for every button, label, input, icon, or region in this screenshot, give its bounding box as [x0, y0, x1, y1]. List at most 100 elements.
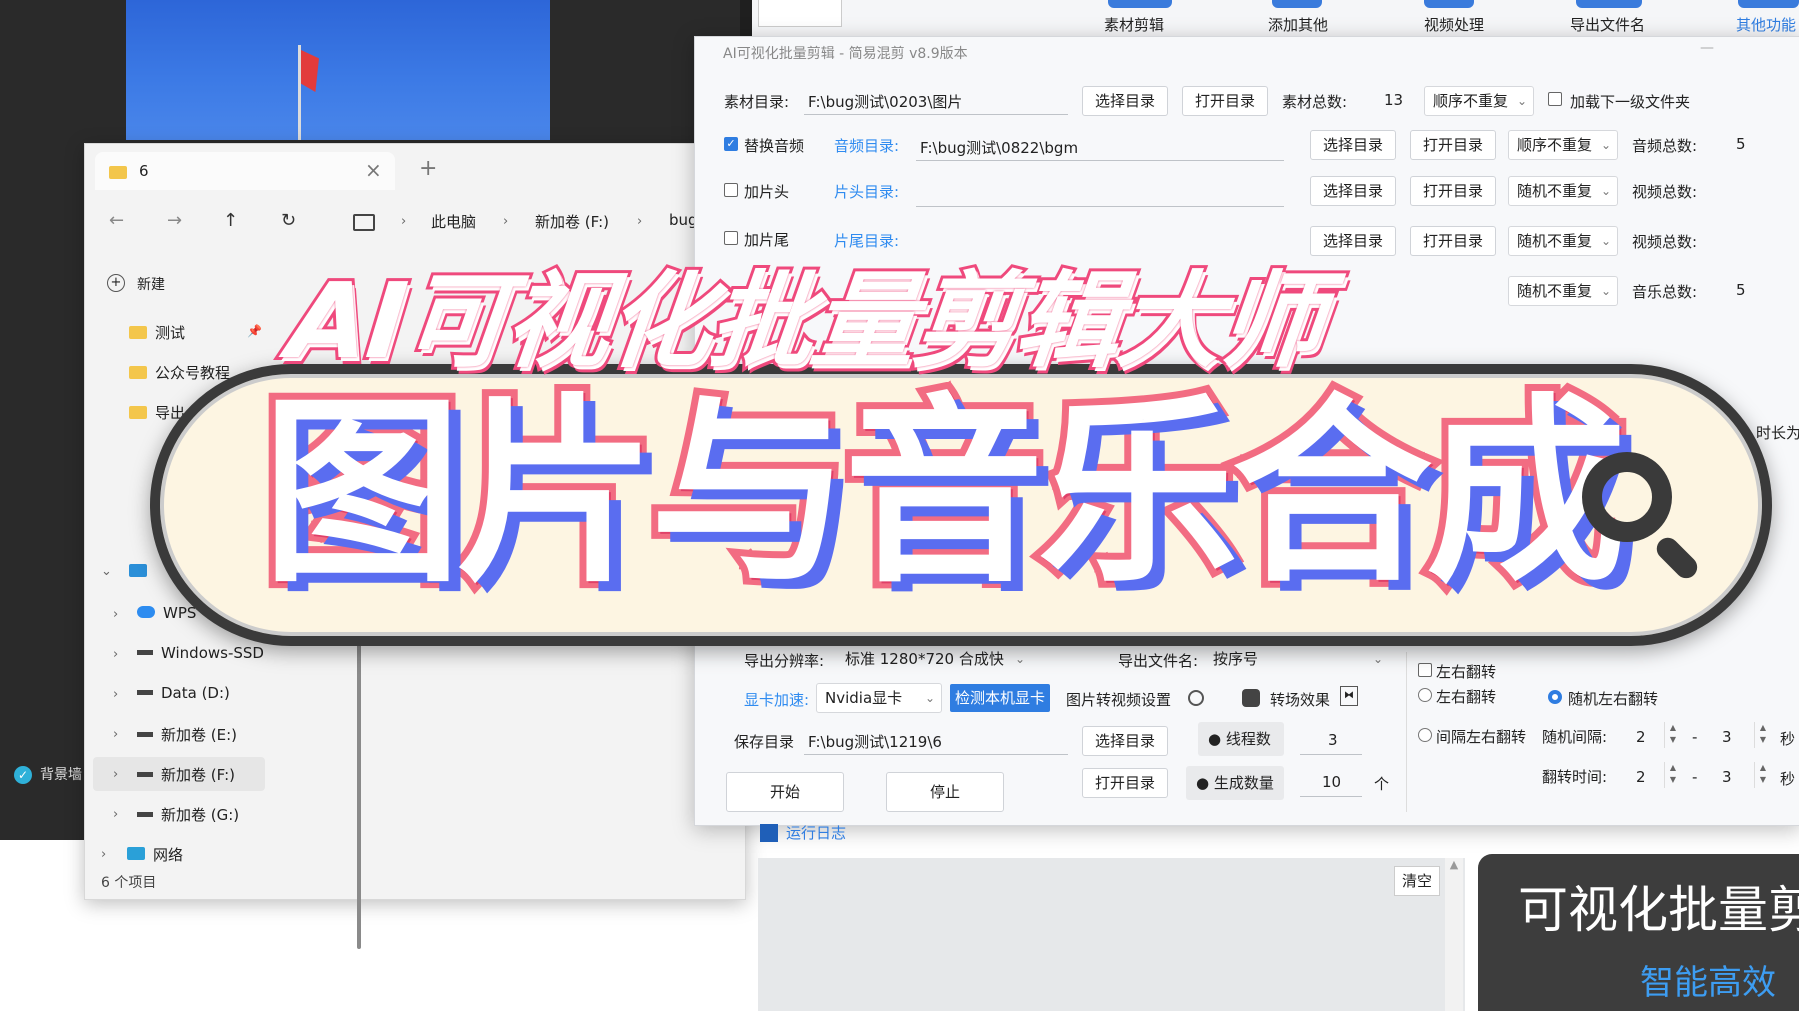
load-subfolder-label: 加载下一级文件夹	[1570, 93, 1691, 111]
log-output-area[interactable]	[758, 858, 1465, 1011]
load-subfolder-checkbox[interactable]	[1548, 92, 1562, 106]
stop-button[interactable]: 停止	[886, 772, 1004, 812]
chevron-down-icon: ⌄	[1600, 284, 1611, 298]
random-flip-radio[interactable]	[1548, 690, 1562, 704]
spin-buttons[interactable]: ▲ ▼	[1754, 762, 1771, 788]
quick-access-item[interactable]: 测试	[129, 322, 185, 343]
clear-log-button[interactable]: 清空	[1394, 866, 1440, 896]
chevron-down-icon: ⌄	[1014, 652, 1025, 666]
material-dir-input[interactable]: F:\bug测试\0203\图片	[808, 91, 962, 112]
random-interval-max[interactable]: 3	[1722, 728, 1732, 746]
seconds-unit: 秒	[1780, 730, 1796, 748]
tree-item-drive[interactable]: Windows-SSD	[137, 644, 264, 662]
audio-open-dir-button[interactable]: 打开目录	[1410, 130, 1496, 160]
interval-flip-radio[interactable]	[1418, 728, 1432, 742]
minimize-icon[interactable]: —	[1700, 40, 1714, 56]
quick-access-item[interactable]: 导出	[129, 402, 185, 423]
gear-icon[interactable]	[1188, 690, 1204, 706]
export-resolution-select[interactable]: 标准 1280*720 合成快 ⌄	[836, 644, 1032, 674]
toolbar-item-export-filename[interactable]: 导出文件名	[1570, 14, 1645, 35]
tree-item-drive-selected[interactable]: 新加卷 (F:)	[137, 764, 235, 785]
gpu-select[interactable]: Nvidia显卡 ⌄	[816, 683, 942, 713]
head-open-dir-button[interactable]: 打开目录	[1410, 176, 1496, 206]
expand-icon[interactable]: ›	[113, 607, 118, 622]
tree-item-drive[interactable]: 新加卷 (E:)	[137, 724, 237, 745]
toolbar-item-material-edit[interactable]: 素材剪辑	[1104, 14, 1164, 35]
audio-select-dir-button[interactable]: 选择目录	[1310, 130, 1396, 160]
flagpole	[298, 45, 301, 140]
quick-access-item[interactable]: 公众号教程	[129, 362, 230, 383]
refresh-icon[interactable]: ↻	[281, 210, 296, 231]
flip-lr-radio[interactable]	[1418, 688, 1432, 702]
tree-item-drive[interactable]: Data (D:)	[137, 684, 230, 702]
random-interval-min[interactable]: 2	[1636, 728, 1646, 746]
expand-icon[interactable]: ›	[101, 847, 106, 862]
export-filename-label: 导出文件名:	[1118, 652, 1199, 670]
audio-total-label: 音频总数:	[1632, 137, 1698, 155]
close-tab-icon[interactable]: ×	[365, 158, 382, 182]
gen-count-unit: 个	[1374, 775, 1390, 793]
save-dir-input[interactable]: F:\bug测试\1219\6	[808, 731, 942, 752]
save-open-dir-button[interactable]: 打开目录	[1082, 768, 1168, 798]
spin-buttons[interactable]: ▲ ▼	[1664, 722, 1681, 748]
forward-icon[interactable]: →	[167, 210, 182, 231]
material-select-dir-button[interactable]: 选择目录	[1082, 86, 1168, 116]
up-icon[interactable]: ↑	[223, 210, 238, 231]
expand-icon[interactable]: ›	[113, 687, 118, 702]
breadcrumb-item[interactable]: 此电脑	[431, 211, 476, 232]
material-open-dir-button[interactable]: 打开目录	[1182, 86, 1268, 116]
back-icon[interactable]: ←	[109, 210, 124, 231]
music-order-select[interactable]: 随机不重复 ⌄	[1508, 276, 1618, 306]
gen-count-label: ● 生成数量	[1186, 766, 1284, 800]
start-button[interactable]: 开始	[726, 772, 844, 812]
expand-icon[interactable]: ⌄	[101, 564, 112, 579]
head-select-dir-button[interactable]: 选择目录	[1310, 176, 1396, 206]
transition-settings-icon[interactable]: ⧓	[1340, 686, 1358, 706]
log-icon	[760, 824, 778, 842]
spin-buttons[interactable]: ▲ ▼	[1664, 762, 1681, 788]
toolbar-item-video-process[interactable]: 视频处理	[1424, 14, 1484, 35]
export-filename-select[interactable]: 按序号 ⌄	[1204, 644, 1390, 674]
tree-item-wps[interactable]: WPS	[137, 604, 196, 622]
chevron-down-icon: ⌄	[1600, 234, 1611, 248]
flip-time-min[interactable]: 2	[1636, 768, 1646, 786]
flip-lr-checkbox[interactable]	[1418, 663, 1432, 677]
audio-order-select[interactable]: 顺序不重复 ⌄	[1508, 130, 1618, 160]
audio-dir-input[interactable]: F:\bug测试\0822\bgm	[920, 137, 1078, 158]
replace-audio-checkbox[interactable]: ✓	[724, 137, 738, 151]
material-order-select[interactable]: 顺序不重复 ⌄	[1424, 86, 1534, 116]
drive-icon	[137, 650, 153, 655]
add-head-checkbox[interactable]	[724, 183, 738, 197]
flip-time-max[interactable]: 3	[1722, 768, 1732, 786]
banner-main-title: 图片与音乐合成	[255, 377, 1633, 610]
threads-value[interactable]: 3	[1328, 731, 1338, 749]
detect-gpu-button[interactable]: 检测本机显卡	[950, 684, 1050, 712]
explorer-scrollbar[interactable]	[357, 604, 361, 949]
log-scrollbar[interactable]: ▲	[1445, 858, 1463, 1011]
image-to-video-settings-label[interactable]: 图片转视频设置	[1066, 689, 1171, 710]
breadcrumb-item[interactable]: 新加卷 (F:)	[535, 211, 609, 232]
background-checkbox-icon[interactable]: ✓	[14, 766, 32, 784]
new-button[interactable]: 新建	[137, 274, 165, 294]
spin-buttons[interactable]: ▲ ▼	[1754, 722, 1771, 748]
expand-icon[interactable]: ›	[113, 807, 118, 822]
expand-icon[interactable]: ›	[113, 727, 118, 742]
threads-label: ● 线程数	[1198, 722, 1284, 756]
save-select-dir-button[interactable]: 选择目录	[1082, 726, 1168, 756]
toolbar-logo-box	[758, 0, 842, 27]
promo-subtitle: 智能高效	[1640, 963, 1776, 1003]
expand-icon[interactable]: ›	[113, 647, 118, 662]
gen-count-value[interactable]: 10	[1322, 773, 1341, 791]
transition-toggle-icon[interactable]	[1242, 689, 1260, 707]
head-order-select[interactable]: 随机不重复 ⌄	[1508, 176, 1618, 206]
audio-dir-underline	[916, 160, 1284, 161]
tail-open-dir-button[interactable]: 打开目录	[1410, 226, 1496, 256]
new-tab-icon[interactable]: +	[419, 156, 437, 181]
audio-total-value: 5	[1736, 135, 1746, 153]
toolbar-item-other-functions[interactable]: 其他功能	[1736, 14, 1796, 35]
expand-icon[interactable]: ›	[113, 767, 118, 782]
tree-item-network[interactable]: 网络	[127, 844, 183, 865]
tail-order-select[interactable]: 随机不重复 ⌄	[1508, 226, 1618, 256]
tree-item-drive[interactable]: 新加卷 (G:)	[137, 804, 239, 825]
toolbar-item-add-other[interactable]: 添加其他	[1268, 14, 1328, 35]
